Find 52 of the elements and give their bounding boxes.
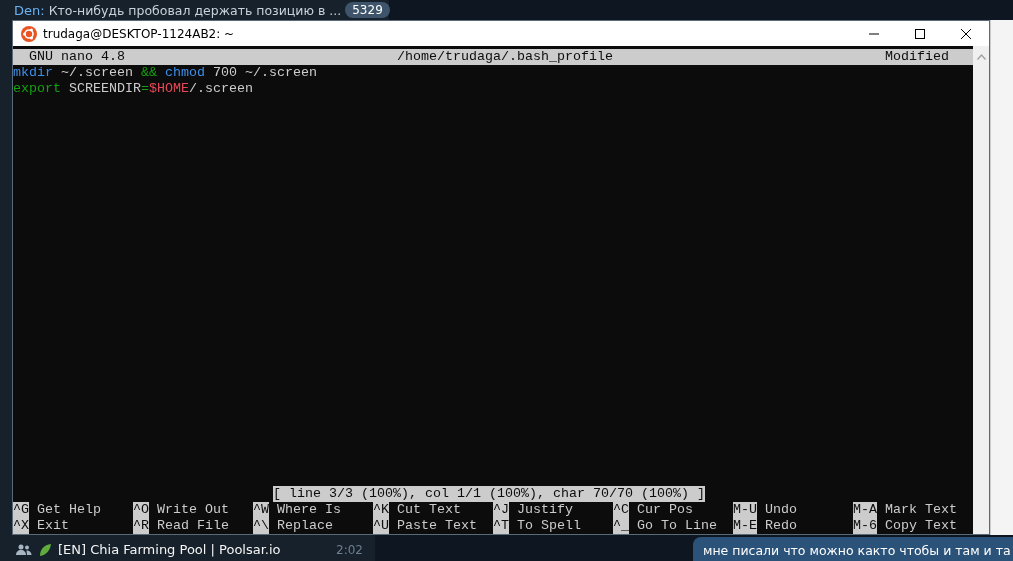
chat-time: 2:02 <box>336 542 363 557</box>
shortcut-key: ^J <box>493 502 509 518</box>
ubuntu-icon <box>21 25 37 42</box>
shortcut-label: Read File <box>157 518 229 534</box>
chat-name: [EN] Chia Farming Pool | Poolsar.io <box>58 542 281 557</box>
code-line: mkdir ~/.screen && chmod 700 ~/.screen <box>13 65 318 81</box>
unread-count: 5329 <box>345 2 390 18</box>
shortcut-key: ^X <box>13 518 29 534</box>
maximize-icon <box>915 28 925 39</box>
shortcut-label: Undo <box>765 502 797 518</box>
shortcut-key: ^K <box>373 502 389 518</box>
shortcut-key: ^O <box>133 502 149 518</box>
status-message: [ line 3/3 (100%), col 1/1 (100%), char 70/70 (100%) ] <box>273 486 705 502</box>
shortcut-label: Replace <box>277 518 333 534</box>
shortcut-key: ^R <box>133 518 149 534</box>
shortcut-label: Paste Text <box>397 518 477 534</box>
shortcut-key: ^G <box>13 502 29 518</box>
leaf-icon <box>38 542 52 557</box>
shortcut-label: Exit <box>37 518 69 534</box>
message-preview: Кто-нибудь пробовал держать позицию в ... <box>48 2 342 18</box>
modified-status: Modified <box>885 49 949 65</box>
group-icon <box>16 543 32 556</box>
shortcut-label: Get Help <box>37 502 101 518</box>
shortcut-key: M-E <box>733 518 757 534</box>
shortcut-label: Where Is <box>277 502 341 518</box>
sender-name: Den: <box>14 2 45 18</box>
shortcut-key: ^\ <box>253 518 269 534</box>
code-line: export SCREENDIR=$HOME/.screen <box>13 81 254 97</box>
shortcut-key: ^_ <box>613 518 629 534</box>
message-bubble: мне писали что можно както чтобы и там и та <box>693 537 1013 561</box>
shortcut-key: ^W <box>253 502 269 518</box>
window-title: trudaga@DESKTOP-1124AB2: ~ <box>43 26 235 41</box>
shortcut-label: Go To Line <box>637 518 717 534</box>
file-path: /home/trudaga/.bash_profile <box>397 49 613 65</box>
shortcut-label: Write Out <box>157 502 229 518</box>
shortcut-label: Mark Text <box>885 502 957 518</box>
shortcut-key: M-U <box>733 502 757 518</box>
shortcut-label: To Spell <box>517 518 581 534</box>
shortcut-label: Redo <box>765 518 797 534</box>
shortcut-label: Copy Text <box>885 518 957 534</box>
shortcut-key: ^C <box>613 502 629 518</box>
shortcut-label: Cut Text <box>397 502 461 518</box>
close-icon <box>961 28 971 39</box>
scroll-up-icon[interactable] <box>976 54 986 60</box>
shortcut-label: Justify <box>517 502 573 518</box>
shortcut-key: ^U <box>373 518 389 534</box>
shortcut-key: M-A <box>853 502 877 518</box>
shortcut-key: M-6 <box>853 518 877 534</box>
scrollbar[interactable] <box>973 46 989 534</box>
shortcut-key: ^T <box>493 518 509 534</box>
nano-version: GNU nano 4.8 <box>29 49 125 65</box>
shortcut-label: Cur Pos <box>637 502 693 518</box>
